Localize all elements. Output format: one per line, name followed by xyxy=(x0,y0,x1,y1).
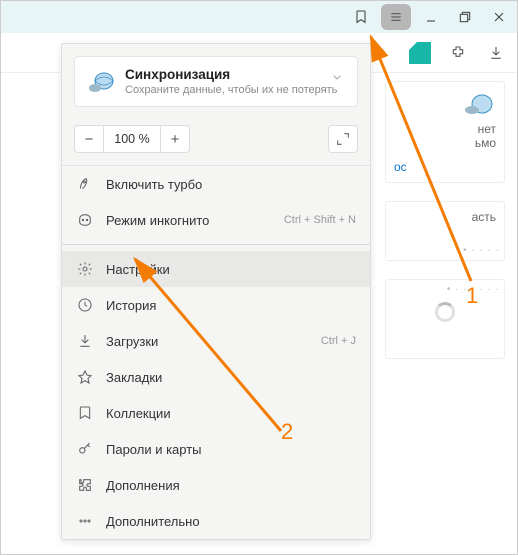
download-icon xyxy=(76,332,94,350)
minimize-icon[interactable] xyxy=(417,3,445,31)
more-icon xyxy=(76,512,94,530)
browser-window: нет ьмо ос асть • · · · · • · · · · · · … xyxy=(0,0,518,555)
menu-turbo[interactable]: Включить турбо xyxy=(62,166,370,202)
shortcut-label: Ctrl + J xyxy=(321,335,356,347)
titlebar xyxy=(1,1,517,33)
bg-text-3: асть xyxy=(394,210,496,224)
menu-incognito[interactable]: Режим инкогнито Ctrl + Shift + N xyxy=(62,202,370,238)
menu-label: Режим инкогнито xyxy=(106,213,209,228)
sync-subtitle: Сохраните данные, чтобы их не потерять xyxy=(125,84,337,96)
menu-label: Настройки xyxy=(106,262,170,277)
bg-card-2: асть • · · · · xyxy=(385,201,505,261)
zoom-out-button[interactable]: − xyxy=(74,125,104,153)
main-menu: Синхронизация Сохраните данные, чтобы их… xyxy=(61,43,371,540)
bg-text-2: ьмо xyxy=(394,136,496,150)
downloads-toolbar-icon[interactable] xyxy=(485,42,507,64)
bg-text-1: нет xyxy=(394,122,496,136)
gear-icon xyxy=(76,260,94,278)
bookmark-icon[interactable] xyxy=(347,3,375,31)
restore-icon[interactable] xyxy=(451,3,479,31)
sync-card[interactable]: Синхронизация Сохраните данные, чтобы их… xyxy=(74,56,358,107)
menu-downloads[interactable]: Загрузки Ctrl + J xyxy=(62,323,370,359)
star-icon xyxy=(76,368,94,386)
menu-label: История xyxy=(106,298,156,313)
shortcut-label: Ctrl + Shift + N xyxy=(284,214,356,226)
puzzle-icon xyxy=(76,476,94,494)
menu-passwords[interactable]: Пароли и карты xyxy=(62,431,370,467)
key-icon xyxy=(76,440,94,458)
separator xyxy=(62,244,370,245)
menu-addons[interactable]: Дополнения xyxy=(62,467,370,503)
menu-label: Закладки xyxy=(106,370,162,385)
zoom-value: 100 % xyxy=(104,125,160,153)
menu-more[interactable]: Дополнительно xyxy=(62,503,370,539)
menu-history[interactable]: История xyxy=(62,287,370,323)
history-icon xyxy=(76,296,94,314)
close-icon[interactable] xyxy=(485,3,513,31)
loading-spinner-icon xyxy=(435,302,455,322)
sync-title: Синхронизация xyxy=(125,67,337,82)
hamburger-menu-icon[interactable] xyxy=(381,4,411,30)
menu-collections[interactable]: Коллекции xyxy=(62,395,370,431)
bg-card-3: • · · · · · · xyxy=(385,279,505,359)
annotation-number-2: 2 xyxy=(281,419,293,445)
menu-label: Включить турбо xyxy=(106,177,202,192)
menu-label: Коллекции xyxy=(106,406,171,421)
menu-label: Пароли и карты xyxy=(106,442,202,457)
menu-bookmarks[interactable]: Закладки xyxy=(62,359,370,395)
menu-settings[interactable]: Настройки xyxy=(62,251,370,287)
extensions-icon[interactable] xyxy=(447,42,469,64)
background-content: нет ьмо ос асть • · · · · • · · · · · · xyxy=(385,81,505,377)
zoom-in-button[interactable]: + xyxy=(160,125,190,153)
rocket-icon xyxy=(76,175,94,193)
pagination-dots: • · · · · xyxy=(463,245,500,256)
annotation-number-1: 1 xyxy=(466,283,478,309)
collections-icon xyxy=(76,404,94,422)
app-tile-icon[interactable] xyxy=(409,42,431,64)
sync-globe-icon xyxy=(87,69,115,95)
fullscreen-button[interactable] xyxy=(328,125,358,153)
bg-card-1: нет ьмо ос xyxy=(385,81,505,183)
zoom-controls: − 100 % + xyxy=(62,119,370,165)
chevron-down-icon xyxy=(329,69,345,88)
bg-link-1[interactable]: ос xyxy=(394,160,407,174)
menu-label: Дополнения xyxy=(106,478,180,493)
incognito-icon xyxy=(76,211,94,229)
menu-label: Загрузки xyxy=(106,334,158,349)
menu-label: Дополнительно xyxy=(106,514,200,529)
